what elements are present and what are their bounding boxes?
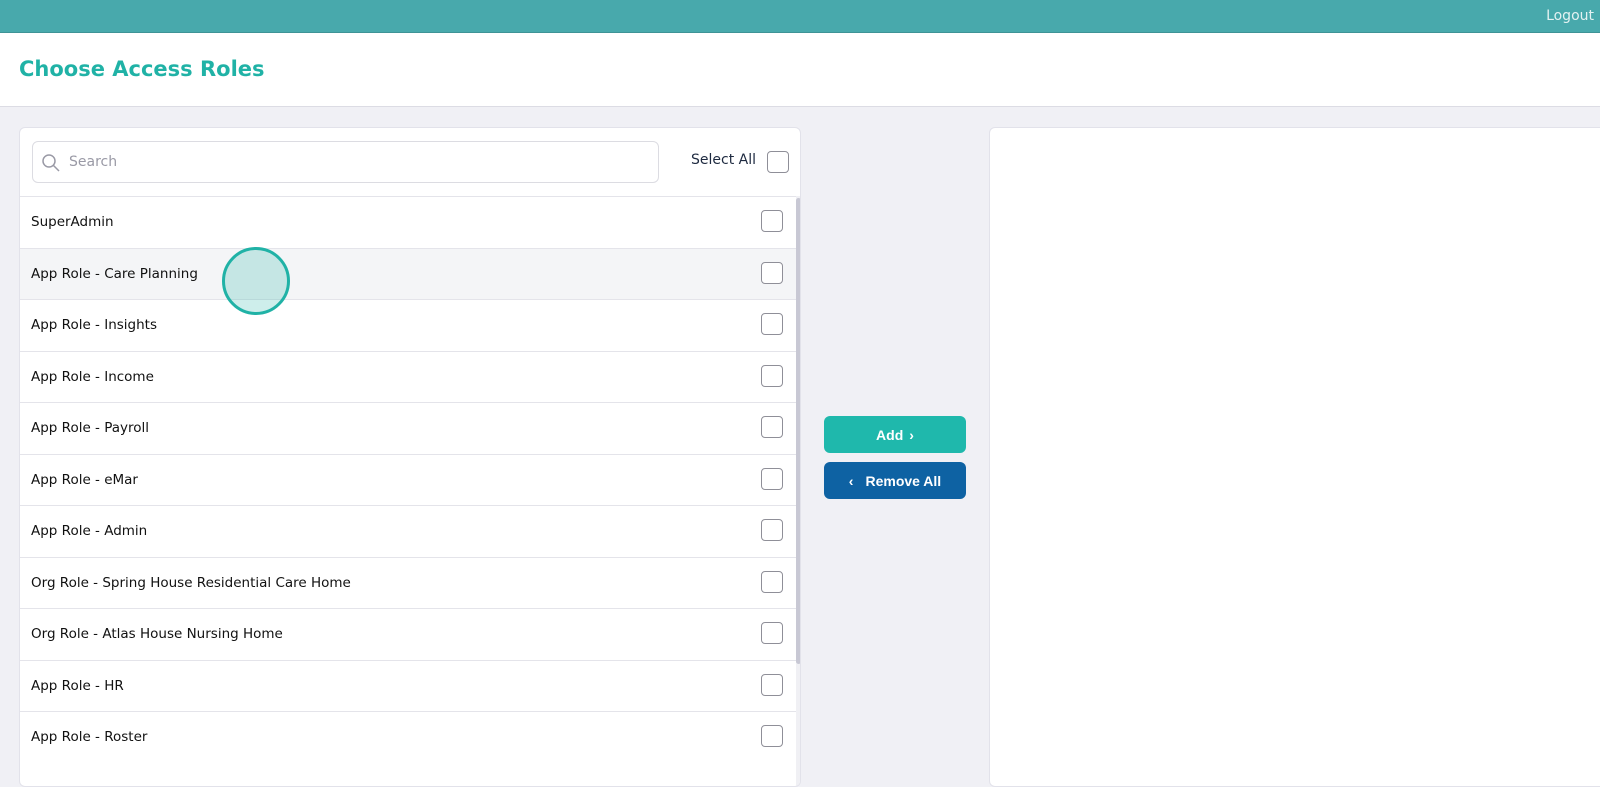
role-label: App Role - Roster <box>31 729 148 745</box>
role-list-item[interactable]: App Role - Admin <box>20 505 796 557</box>
role-label: App Role - Care Planning <box>31 265 198 282</box>
page-title: Choose Access Roles <box>19 57 265 81</box>
chevron-right-icon: › <box>909 426 914 443</box>
available-roles-panel: Select All SuperAdmin App Role - Care Pla… <box>19 127 801 787</box>
role-checkbox[interactable] <box>761 725 783 747</box>
role-list-item[interactable]: App Role - Payroll <box>20 402 796 454</box>
role-checkbox[interactable] <box>761 364 783 387</box>
role-checkbox[interactable] <box>761 570 783 593</box>
role-label: Org Role - Spring House Residential Care… <box>31 574 351 591</box>
chevron-left-icon: ‹ <box>848 472 854 489</box>
role-list-item[interactable]: App Role - eMar <box>20 453 796 506</box>
remove-all-label: Remove All <box>865 472 942 489</box>
role-label: App Role - Payroll <box>31 420 150 436</box>
remove-all-button[interactable]: ‹ Remove All <box>824 462 966 499</box>
scrollbar-thumb[interactable] <box>796 198 800 664</box>
role-label: App Role - Insights <box>31 317 157 333</box>
role-checkbox[interactable] <box>761 519 783 541</box>
role-list-item[interactable]: App Role - Income <box>20 350 796 403</box>
logout-link[interactable]: Logout <box>1546 8 1594 24</box>
scrollbar[interactable] <box>796 196 800 786</box>
add-label: Add <box>876 426 904 443</box>
role-label: Org Role - Atlas House Nursing Home <box>31 626 283 642</box>
role-list-item[interactable]: App Role - HR <box>20 659 796 712</box>
role-label: App Role - HR <box>31 677 124 694</box>
page-header: Choose Access Roles <box>0 33 1600 107</box>
role-list-item[interactable]: App Role - Care Planning <box>20 247 796 299</box>
selected-roles-panel <box>989 127 1600 787</box>
role-list-item[interactable]: Org Role - Spring House Residential Care… <box>20 556 796 609</box>
add-button[interactable]: Add › <box>824 416 966 453</box>
role-checkbox[interactable] <box>761 622 783 644</box>
role-checkbox[interactable] <box>761 210 783 232</box>
role-checkbox[interactable] <box>761 673 783 696</box>
search-icon <box>42 154 60 172</box>
select-all-label: Select All <box>691 152 756 168</box>
role-checkbox[interactable] <box>761 313 783 335</box>
role-list-item[interactable]: SuperAdmin <box>20 196 796 248</box>
top-bar: Logout <box>0 0 1600 33</box>
role-checkbox[interactable] <box>761 416 783 438</box>
role-list-item[interactable]: App Role - Roster <box>20 711 796 763</box>
role-label: SuperAdmin <box>31 214 114 230</box>
role-list-item[interactable]: Org Role - Atlas House Nursing Home <box>20 608 796 660</box>
select-all-checkbox[interactable] <box>767 151 789 173</box>
role-label: App Role - eMar <box>31 471 138 488</box>
search-input[interactable] <box>69 150 649 174</box>
role-checkbox[interactable] <box>761 261 783 284</box>
role-checkbox[interactable] <box>761 467 783 490</box>
roles-list: SuperAdmin App Role - Care Planning App Ro… <box>20 196 796 763</box>
role-label: App Role - Admin <box>31 523 148 539</box>
search-box[interactable] <box>32 141 659 183</box>
role-label: App Role - Income <box>31 368 154 385</box>
role-list-item[interactable]: App Role - Insights <box>20 299 796 351</box>
